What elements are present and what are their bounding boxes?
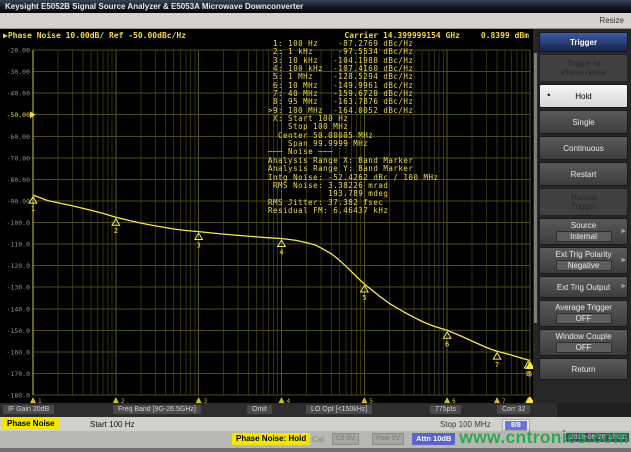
softkey-label: Average Trigger <box>555 303 612 312</box>
submenu-arrow-icon: ▶ <box>621 227 626 236</box>
attenuator-status-badge: Attn 10dB <box>412 433 455 445</box>
trace-scale-label[interactable]: ▶Phase Noise 10.00dB/ Ref -50.00dBc/Hz <box>3 31 186 43</box>
phase-noise-plot: -20.00 -30.00 -40.00 -50.00 -60.00 -70.00 -80.… <box>0 43 533 405</box>
softkey-label: Manual <box>570 193 596 202</box>
y-axis-labels: -20.00 -30.00 -40.00 -50.00 -60.00 -70.00 -80.… <box>7 47 36 400</box>
main-area: ▶Phase Noise 10.00dB/ Ref -50.00dBc/Hz C… <box>0 29 631 403</box>
svg-text:3: 3 <box>197 242 201 250</box>
ctl-voltage-status: Ctl 0V <box>332 433 359 445</box>
softkey-label: Restart <box>571 170 597 179</box>
svg-text:-160.0: -160.0 <box>7 348 31 356</box>
softkey-label: Continuous <box>563 144 603 153</box>
softkey-value: OFF <box>556 313 612 324</box>
svg-text:1: 1 <box>31 205 35 213</box>
power-voltage-status: Pow 0V <box>372 433 404 445</box>
correlation-status: Corr 32 <box>497 405 530 414</box>
softkey-label: Hold <box>575 92 591 101</box>
svg-text:4: 4 <box>279 248 283 256</box>
softkey-return[interactable]: Return <box>539 358 628 380</box>
softkey-label: Window Couple <box>555 332 611 341</box>
freq-band-status: Freq Band [9G-26.5GHz] <box>113 405 201 414</box>
softkey-label: Single <box>572 118 594 127</box>
app-window: Keysight E5052B Signal Source Analyzer &… <box>0 0 631 452</box>
svg-text:-180.0: -180.0 <box>7 392 31 400</box>
svg-text:-150.0: -150.0 <box>7 327 31 335</box>
window-title: Keysight E5052B Signal Source Analyzer &… <box>5 2 303 11</box>
svg-text:-90.00: -90.00 <box>7 197 31 205</box>
measurement-state-badge: Phase Noise: Hold <box>232 433 310 445</box>
softkey-window-couple[interactable]: Window CoupleOFF <box>539 329 628 356</box>
measurement-status-items: IF Gain 20dB Freq Band [9G-26.5GHz] Omit… <box>0 403 557 417</box>
menu-bar: Resize <box>0 13 631 29</box>
softkey-sidebar: Trigger Trigger toPhase Noise Hold ● Single… <box>533 29 631 403</box>
softkey-value: OFF <box>556 342 612 353</box>
softkey-continuous[interactable]: Continuous <box>539 136 628 160</box>
window-bottom-edge <box>0 448 631 452</box>
softkey-hold[interactable]: Hold ● <box>539 84 628 108</box>
svg-text:-20.00: -20.00 <box>7 47 31 55</box>
trace-tab-phase-noise[interactable]: Phase Noise <box>2 418 60 430</box>
svg-text:-100.0: -100.0 <box>7 219 31 227</box>
svg-text:-50.00: -50.00 <box>7 111 31 119</box>
resize-button[interactable]: Resize <box>600 16 624 25</box>
softkey-value: Negative <box>556 260 612 271</box>
if-gain-status: IF Gain 20dB <box>3 405 54 414</box>
softkey-ext-trig-output[interactable]: Ext Trig Output ▶ <box>539 276 628 298</box>
carrier-power: 0.8399 dBm <box>481 31 529 40</box>
softkey-label: Return <box>571 365 595 374</box>
softkey-single[interactable]: Single <box>539 110 628 134</box>
softkey-menu-title: Trigger <box>539 32 628 52</box>
svg-text:-110.0: -110.0 <box>7 241 31 249</box>
softkey-restart[interactable]: Restart <box>539 162 628 186</box>
submenu-arrow-icon: ▶ <box>621 256 626 265</box>
window-titlebar[interactable]: Keysight E5052B Signal Source Analyzer &… <box>0 0 631 13</box>
softkey-label: Ext Trig Polarity <box>555 250 611 259</box>
softkey-average-trigger[interactable]: Average TriggerOFF <box>539 300 628 327</box>
svg-text:-70.00: -70.00 <box>7 154 31 162</box>
svg-text:-130.0: -130.0 <box>7 284 31 292</box>
softkey-source[interactable]: SourceInternal ▶ <box>539 218 628 245</box>
status-bar-filler <box>557 403 631 417</box>
softkey-label: Ext Trig Output <box>557 283 610 292</box>
submenu-arrow-icon: ▶ <box>621 283 626 292</box>
svg-text:-120.0: -120.0 <box>7 262 31 270</box>
measurement-status-bar: IF Gain 20dB Freq Band [9G-26.5GHz] Omit… <box>0 403 631 417</box>
svg-text:-30.00: -30.00 <box>7 68 31 76</box>
svg-text:2: 2 <box>114 227 118 235</box>
softkey-trigger-to-phase-noise: Trigger toPhase Noise <box>539 54 628 82</box>
softkey-label: Trigger <box>571 202 596 211</box>
softkey-label: Phase Noise <box>561 68 606 77</box>
selected-bullet-icon: ● <box>547 92 551 101</box>
softkey-label: Source <box>571 221 596 230</box>
svg-text:-140.0: -140.0 <box>7 305 31 313</box>
marker-readout: 1: 100 Hz -87.2769 dBc/Hz 2: 1 kHz -97.5… <box>268 40 439 215</box>
softkey-list: Trigger toPhase Noise Hold ● Single Continuo… <box>539 54 628 380</box>
watermark-text: www.cntronics.com <box>459 427 629 448</box>
softkey-label: Trigger to <box>567 59 601 68</box>
softkey-ext-trig-polarity[interactable]: Ext Trig PolarityNegative ▶ <box>539 247 628 274</box>
svg-text:-170.0: -170.0 <box>7 370 31 378</box>
svg-text:7: 7 <box>495 361 499 369</box>
cal-status: Cal <box>312 435 324 444</box>
svg-text:5: 5 <box>362 294 366 302</box>
svg-text:-40.00: -40.00 <box>7 90 31 98</box>
softkey-value: Internal <box>556 231 612 242</box>
svg-text:-60.00: -60.00 <box>7 133 31 141</box>
trace-header: ▶Phase Noise 10.00dB/ Ref -50.00dBc/Hz C… <box>0 31 533 43</box>
start-frequency-label: Start 100 Hz <box>90 420 134 429</box>
lo-opt-status: LO Opt [<150kHz] <box>306 405 372 414</box>
instrument-screen: ▶Phase Noise 10.00dB/ Ref -50.00dBc/Hz C… <box>0 29 533 403</box>
omit-status: Omit <box>247 405 272 414</box>
svg-text:6: 6 <box>445 340 449 348</box>
points-status: 775pts <box>430 405 461 414</box>
svg-text:9: 9 <box>528 371 532 379</box>
softkey-manual-trigger: ManualTrigger <box>539 188 628 216</box>
svg-text:-80.00: -80.00 <box>7 176 31 184</box>
